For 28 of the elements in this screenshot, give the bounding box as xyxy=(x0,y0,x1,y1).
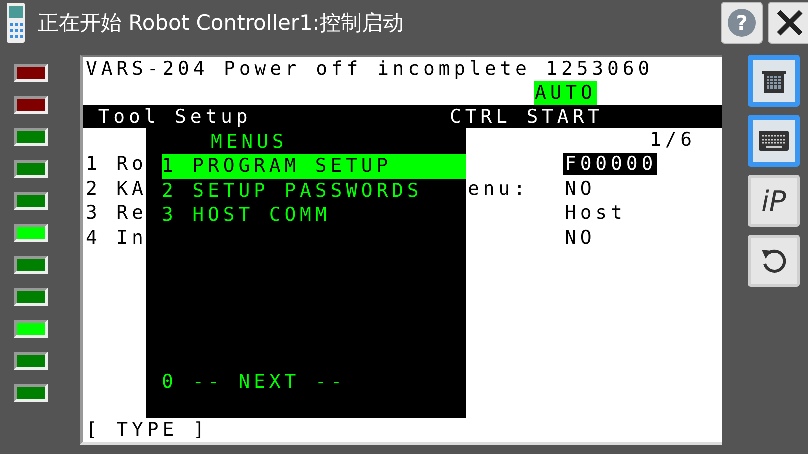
item-label: enu: xyxy=(468,178,530,200)
toolbar-button[interactable]: iP xyxy=(748,175,800,227)
item-label: 2 KA xyxy=(86,178,148,200)
controller-status: CTRL START xyxy=(450,105,604,129)
window-title: 正在开始 Robot Controller1:控制启动 xyxy=(38,10,405,37)
item-label: 4 In xyxy=(86,226,148,248)
keyboard-icon xyxy=(759,131,789,151)
close-button[interactable] xyxy=(768,2,808,44)
item-value[interactable]: F00000 xyxy=(563,153,658,175)
screen-title: Tool Setup xyxy=(97,105,253,129)
mode-indicator: AUTO xyxy=(534,81,598,105)
item-value[interactable]: Host xyxy=(563,202,626,224)
toolbar-button[interactable] xyxy=(748,235,800,287)
page-number: 1/6 xyxy=(650,129,696,151)
function-key-label[interactable]: [ TYPE ] xyxy=(83,418,722,442)
toolbar-button[interactable] xyxy=(748,115,800,167)
teach-pendant-icon xyxy=(6,3,26,43)
next-page-item[interactable]: 0 -- NEXT -- xyxy=(162,370,466,394)
menu-item[interactable]: 1 PROGRAM SETUP xyxy=(162,154,466,178)
toolbar-button[interactable] xyxy=(748,55,800,107)
alarm-message: VARS-204 Power off incomplete 1253060 xyxy=(85,57,655,81)
item-value[interactable]: NO xyxy=(563,226,596,248)
menu-item[interactable]: 3 HOST COMM xyxy=(162,203,466,228)
menu-item[interactable]: 2 SETUP PASSWORDS xyxy=(162,178,466,203)
menu-title: MENUS xyxy=(210,130,289,154)
item-label: 3 Re xyxy=(86,202,148,224)
item-label: 1 Ro xyxy=(86,153,148,175)
item-value[interactable]: NO xyxy=(563,178,596,200)
